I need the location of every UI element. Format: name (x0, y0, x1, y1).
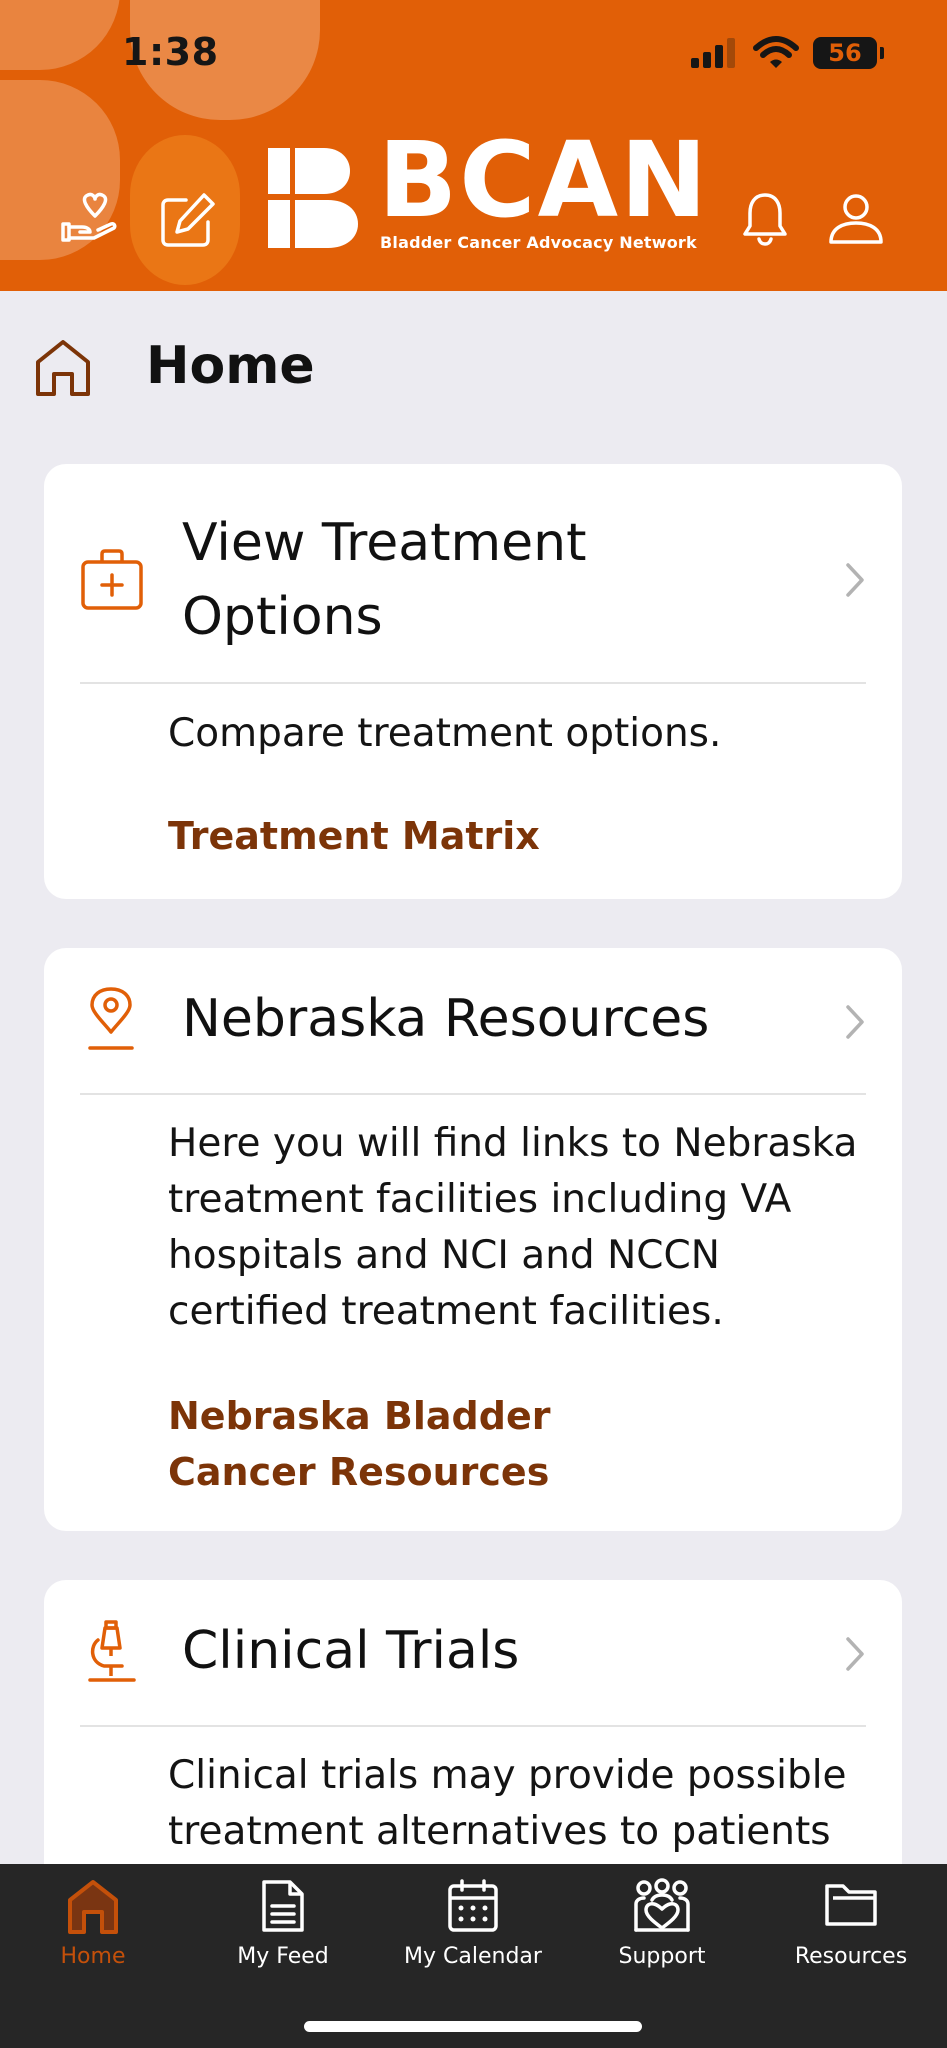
status-icons: 56 (691, 36, 884, 70)
map-pin-icon (88, 987, 134, 1050)
card-header-nebraska-resources[interactable]: Nebraska Resources (44, 948, 902, 1093)
card-description: Compare treatment options. (168, 711, 722, 756)
description-line: Clinical trials may provide possible (168, 1753, 847, 1798)
description-line: treatment alternatives to patients (168, 1809, 831, 1854)
card-title-line: View Treatment (182, 513, 587, 573)
card-divider (80, 1093, 866, 1095)
description-line: Here you will find links to Nebraska (168, 1121, 858, 1166)
tab-resources[interactable]: Resources (761, 1864, 941, 1994)
description-line: certified treatment facilities. (168, 1289, 724, 1334)
folder-icon (825, 1884, 877, 1926)
bcan-logo-mark (268, 148, 362, 248)
calendar-icon (448, 1879, 498, 1932)
home-icon (36, 340, 90, 396)
tab-label: My Feed (237, 1944, 329, 1969)
chevron-right-icon (846, 1005, 864, 1039)
user-icon[interactable] (828, 194, 884, 246)
card-title-line: Options (182, 587, 383, 647)
document-icon (262, 1880, 304, 1932)
wifi-icon (753, 36, 799, 68)
card-view-treatment-options: View Treatment Options Compare treatment… (44, 464, 902, 899)
card-title: View Treatment Options (182, 506, 587, 654)
card-divider (80, 1725, 866, 1727)
medical-kit-icon (81, 549, 143, 610)
card-header-view-treatment-options[interactable]: View Treatment Options (44, 464, 902, 682)
page-title: Home (146, 336, 315, 396)
microscope-icon (88, 1620, 136, 1682)
nebraska-bladder-cancer-resources-link[interactable]: Nebraska Bladder Cancer Resources (168, 1388, 862, 1500)
tab-my-feed[interactable]: My Feed (193, 1864, 373, 1994)
tab-my-calendar[interactable]: My Calendar (383, 1864, 563, 1994)
card-divider (80, 682, 866, 684)
support-group-icon (634, 1878, 690, 1932)
home-icon (68, 1880, 118, 1934)
tab-label: Support (618, 1944, 706, 1969)
description-line: hospitals and NCI and NCCN (168, 1233, 720, 1278)
card-title: Nebraska Resources (182, 989, 710, 1049)
description-line: treatment facilities including VA (168, 1177, 792, 1222)
app-header: 1:38 56 BCAN Bladder Cancer Advocacy Net… (0, 0, 947, 291)
link-line: Nebraska Bladder (168, 1394, 551, 1438)
donate-heart-hand-icon[interactable] (60, 190, 122, 246)
chevron-right-icon (846, 563, 864, 597)
cellular-signal-icon (691, 38, 735, 68)
card-clinical-trials: Clinical Trials Clinical trials may prov… (44, 1580, 902, 1900)
tab-support[interactable]: Support (572, 1864, 752, 1994)
card-nebraska-resources: Nebraska Resources Here you will find li… (44, 948, 902, 1531)
home-indicator[interactable] (304, 2021, 642, 2032)
bcan-logo-text: BCAN (378, 119, 710, 241)
tab-label: Home (60, 1944, 126, 1969)
tab-label: My Calendar (404, 1944, 542, 1969)
page-title-row: Home (0, 330, 947, 402)
card-header-clinical-trials[interactable]: Clinical Trials (44, 1580, 902, 1725)
bcan-logo-subtitle: Bladder Cancer Advocacy Network (380, 233, 697, 252)
bell-icon[interactable] (742, 192, 788, 246)
link-line: Cancer Resources (168, 1450, 550, 1494)
card-description: Here you will find links to Nebraska tre… (168, 1116, 862, 1340)
battery-indicator: 56 (813, 37, 884, 69)
status-time: 1:38 (122, 30, 219, 74)
card-title: Clinical Trials (182, 1621, 520, 1681)
treatment-matrix-link[interactable]: Treatment Matrix (168, 808, 862, 864)
tab-home[interactable]: Home (3, 1864, 183, 1994)
edit-note-icon[interactable] (160, 192, 216, 248)
tab-label: Resources (794, 1944, 908, 1969)
chevron-right-icon (846, 1637, 864, 1671)
card-description: Clinical trials may provide possible tre… (168, 1748, 862, 1860)
